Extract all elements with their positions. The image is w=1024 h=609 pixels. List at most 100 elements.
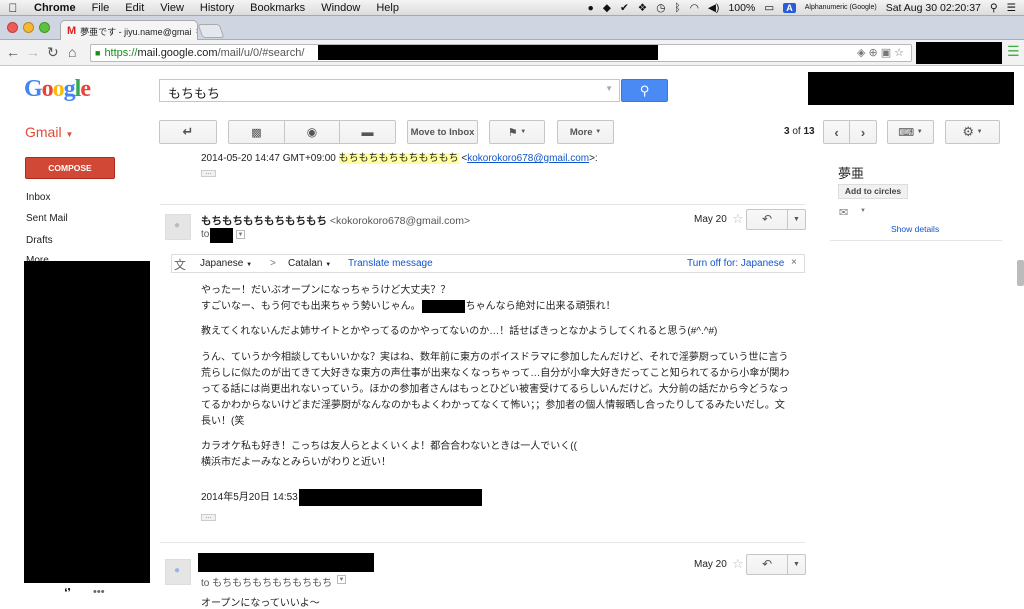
sidebar-item-inbox[interactable]: Inbox bbox=[26, 192, 50, 203]
compose-button[interactable]: COMPOSE bbox=[25, 157, 115, 179]
extension-icon[interactable]: ◈ bbox=[857, 47, 868, 59]
body-fragment: すごいなー、もう何でも出来ちゃう勢いじゃん。 bbox=[201, 301, 421, 312]
url-host: mail.google.com bbox=[137, 47, 218, 59]
message-more-dropdown[interactable]: ▼ bbox=[787, 209, 806, 230]
message-more-dropdown[interactable]: ▼ bbox=[787, 554, 806, 575]
chevron-right-icon: › bbox=[860, 124, 866, 140]
evernote-icon[interactable]: ◆ bbox=[603, 2, 611, 14]
archive-button[interactable]: ▩ bbox=[228, 120, 285, 144]
email-icon[interactable]: ✉ bbox=[839, 206, 848, 219]
google-logo[interactable]: Google bbox=[24, 76, 91, 103]
bookmark-star-icon[interactable]: ☆ bbox=[894, 47, 907, 59]
delete-button[interactable]: ▬ bbox=[339, 120, 396, 144]
star-icon[interactable]: ☆ bbox=[732, 556, 744, 572]
keyboard-icon: ⌨ bbox=[898, 126, 915, 139]
add-to-circles-button[interactable]: Add to circles bbox=[838, 184, 908, 199]
close-window-button[interactable] bbox=[7, 22, 18, 33]
chevron-down-icon: ▼ bbox=[520, 129, 527, 135]
report-spam-button[interactable]: ◉ bbox=[284, 120, 340, 144]
translate-message-link[interactable]: Translate message bbox=[348, 258, 433, 269]
body-line: やったー！だいぶオープンになっちゃうけど大丈夫？？ bbox=[201, 285, 451, 296]
quoted-sender-email[interactable]: kokorokoro678@gmail.com bbox=[467, 153, 589, 164]
chevron-down-icon[interactable]: ▼ bbox=[860, 208, 866, 214]
reply-button[interactable]: ↶ bbox=[746, 554, 788, 575]
home-icon[interactable]: ⌂ bbox=[68, 44, 76, 60]
clock[interactable]: Sat Aug 30 02:20:37 bbox=[886, 2, 981, 14]
battery-percent[interactable]: 100% bbox=[728, 2, 755, 14]
menu-view[interactable]: View bbox=[152, 2, 192, 14]
input-tools-button[interactable]: ⌨ ▼ bbox=[887, 120, 934, 144]
search-input[interactable]: もちもち ▼ bbox=[159, 79, 620, 102]
to-label: to bbox=[201, 229, 210, 240]
browser-tab-active[interactable]: M 夢亜です - jiyu.name@gmai × bbox=[60, 20, 198, 41]
input-method-icon[interactable]: A bbox=[783, 2, 796, 13]
menu-extras: ● ◆ ✔ ❖ ◷ ᛒ ◠ ◀) 100% ▭ A Alphanumeric (… bbox=[588, 2, 1024, 14]
sidebar-item-drafts[interactable]: Drafts bbox=[26, 235, 53, 246]
newer-button[interactable]: ‹ bbox=[823, 120, 850, 144]
search-options-icon[interactable]: ▼ bbox=[605, 84, 613, 93]
scrollbar-thumb[interactable] bbox=[1017, 260, 1024, 286]
more-options-icon[interactable]: ••• bbox=[93, 586, 105, 598]
show-details-link[interactable]: Show details bbox=[891, 224, 939, 234]
menu-history[interactable]: History bbox=[192, 2, 242, 14]
close-tab-icon[interactable]: × bbox=[195, 26, 197, 36]
translate-page-icon[interactable]: ▣ bbox=[881, 47, 894, 59]
menu-app-chrome[interactable]: Chrome bbox=[26, 2, 84, 14]
menu-bookmarks[interactable]: Bookmarks bbox=[242, 2, 313, 14]
notification-center-icon[interactable]: ☰ bbox=[1007, 2, 1016, 14]
menu-edit[interactable]: Edit bbox=[117, 2, 152, 14]
gmail-menu[interactable]: Gmail ▼ bbox=[25, 124, 73, 140]
move-to-inbox-button[interactable]: Move to Inbox bbox=[407, 120, 478, 144]
translate-to-select[interactable]: Catalan ▼ bbox=[288, 258, 331, 269]
settings-button[interactable]: ⚙ ▼ bbox=[945, 120, 1000, 144]
reply-button[interactable]: ↶ bbox=[746, 209, 788, 230]
turn-off-translate-link[interactable]: Turn off for: Japanese bbox=[687, 258, 784, 269]
bluetooth-icon[interactable]: ᛒ bbox=[674, 2, 680, 14]
menu-window[interactable]: Window bbox=[313, 2, 368, 14]
reload-icon[interactable]: ↻ bbox=[47, 44, 59, 61]
time-machine-icon[interactable]: ◷ bbox=[656, 2, 665, 14]
search-button[interactable]: ⚲ bbox=[621, 79, 668, 102]
sidebar-item-sent-mail[interactable]: Sent Mail bbox=[26, 213, 68, 224]
apple-menu-icon[interactable]:  bbox=[0, 1, 26, 15]
more-button[interactable]: More ▼ bbox=[557, 120, 614, 144]
translate-from-select[interactable]: Japanese ▼ bbox=[200, 258, 252, 269]
message-sender[interactable]: もちもちもちもちもちもち <kokorokoro678@gmail.com> bbox=[201, 213, 470, 228]
zoom-icon[interactable]: ⊕ bbox=[869, 47, 881, 59]
forward-arrow-icon[interactable]: → bbox=[26, 44, 40, 60]
archive-icon: ▩ bbox=[251, 126, 262, 139]
volume-icon[interactable]: ◀) bbox=[708, 2, 720, 14]
check-icon[interactable]: ✔ bbox=[620, 2, 629, 14]
menu-help[interactable]: Help bbox=[368, 2, 407, 14]
omnibox-icons: ◈⊕▣☆ bbox=[857, 46, 907, 59]
labels-button[interactable]: ⚑ ▼ bbox=[489, 120, 545, 144]
input-method-label[interactable]: Alphanumeric (Google) bbox=[805, 4, 877, 11]
wifi-icon[interactable]: ◠ bbox=[690, 2, 699, 14]
show-details-dropdown-icon[interactable]: ▼ bbox=[337, 575, 346, 584]
new-tab-button[interactable] bbox=[197, 24, 225, 38]
sender-name: もちもちもちもちもちもち bbox=[201, 215, 327, 227]
minimize-window-button[interactable] bbox=[23, 22, 34, 33]
recipient-line: to bbox=[201, 229, 209, 240]
spotlight-icon[interactable]: ⚲ bbox=[990, 2, 998, 14]
hangouts-icon[interactable]: ❛❜ bbox=[64, 586, 71, 599]
chrome-menu-icon[interactable]: ☰ bbox=[1007, 43, 1020, 60]
star-icon[interactable]: ☆ bbox=[732, 211, 744, 227]
avatar bbox=[165, 559, 191, 585]
dropbox-icon[interactable]: ❖ bbox=[638, 2, 647, 14]
recipient-line: to もちもちもちもちもちもち bbox=[201, 574, 332, 589]
to-label: to bbox=[201, 578, 210, 589]
back-arrow-icon[interactable]: ← bbox=[6, 44, 20, 60]
quoted-bracket-close: >: bbox=[589, 153, 598, 164]
show-trimmed-content-button[interactable]: ... bbox=[201, 169, 216, 177]
zoom-window-button[interactable] bbox=[39, 22, 50, 33]
menu-file[interactable]: File bbox=[84, 2, 118, 14]
close-icon[interactable]: × bbox=[791, 257, 797, 268]
older-button[interactable]: › bbox=[849, 120, 877, 144]
browser-tab-strip: M 夢亜です - jiyu.name@gmai × bbox=[0, 16, 1024, 41]
show-trimmed-content-button[interactable]: ... bbox=[201, 513, 216, 521]
back-to-search-button[interactable]: ↵ bbox=[159, 120, 217, 144]
show-details-dropdown-icon[interactable]: ▼ bbox=[236, 230, 245, 239]
lock-icon: ■ bbox=[95, 48, 101, 58]
line-icon[interactable]: ● bbox=[588, 2, 594, 14]
